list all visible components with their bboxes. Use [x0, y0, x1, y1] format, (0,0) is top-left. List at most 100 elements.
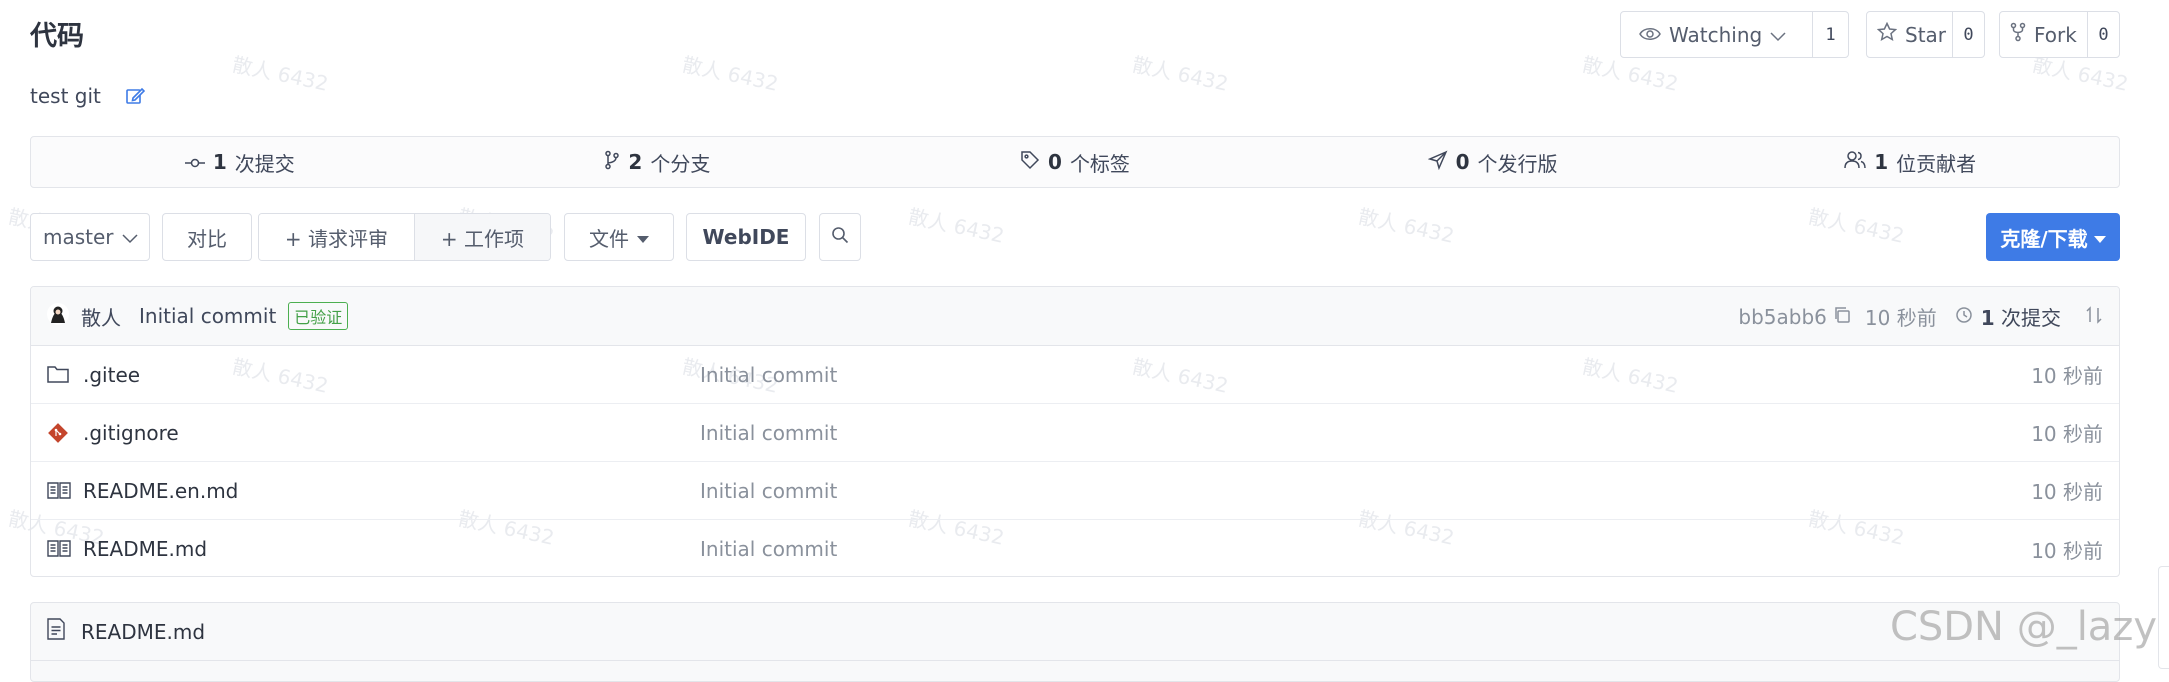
star-button-group: Star 0 [1866, 11, 1985, 58]
watermark: 散人 6432 [680, 52, 781, 96]
new-pull-request-button[interactable]: + 请求评审 [259, 214, 415, 260]
branch-select[interactable]: master [30, 213, 150, 261]
readme-title[interactable]: README.md [81, 620, 205, 644]
copy-icon[interactable] [1833, 305, 1851, 329]
webide-button[interactable]: WebIDE [686, 213, 806, 261]
clone-download-button[interactable]: 克隆/下载 [1986, 213, 2120, 261]
new-work-item-button[interactable]: + 工作项 [414, 214, 550, 260]
commit-author[interactable]: 散人 [81, 302, 121, 331]
chevron-down-icon [122, 225, 138, 249]
compare-button[interactable]: 对比 [162, 213, 252, 261]
file-commit-message[interactable]: Initial commit [700, 479, 837, 503]
stat-count: 0 [1048, 150, 1062, 174]
csdn-watermark: CSDN @_lazy [1889, 604, 2157, 650]
stat-label: 个发行版 [1477, 151, 1558, 176]
star-button[interactable]: Star [1867, 12, 1953, 57]
readme-panel: README.md [30, 602, 2120, 682]
history-label: 次提交 [2001, 306, 2061, 330]
stat-label: 个标签 [1069, 151, 1130, 176]
file-name[interactable]: README.md [83, 537, 207, 561]
branch-name: master [43, 225, 114, 249]
verified-badge: 已验证 [288, 302, 349, 330]
readme-book-icon [47, 480, 71, 502]
release-icon [1427, 150, 1448, 175]
file-commit-message[interactable]: Initial commit [700, 421, 837, 445]
stat-label: 次提交 [234, 151, 295, 176]
readme-header: README.md [31, 603, 2119, 661]
file-name[interactable]: .gitee [83, 363, 140, 387]
commit-hash[interactable]: bb5abb6 [1738, 305, 1827, 329]
repo-description: test git [30, 84, 145, 108]
file-time: 10 秒前 [2031, 364, 2103, 388]
file-row[interactable]: .gitee Initial commit 10 秒前 [31, 346, 2119, 404]
stat-commits[interactable]: 1 次提交 [31, 137, 449, 187]
description-text: test git [30, 84, 101, 108]
watermark: 散人 6432 [906, 204, 1007, 248]
file-row[interactable]: .gitignore Initial commit 10 秒前 [31, 404, 2119, 462]
fork-icon [2010, 22, 2026, 47]
fork-label: Fork [2034, 22, 2077, 47]
fork-button[interactable]: Fork [2000, 12, 2088, 57]
side-float-tab[interactable] [2158, 566, 2169, 669]
caret-down-icon [2093, 225, 2106, 249]
history-icon [1955, 305, 1973, 329]
document-icon [47, 618, 65, 645]
file-name[interactable]: README.en.md [83, 479, 238, 503]
history-link[interactable]: 1 次提交 [1981, 302, 2061, 331]
stat-count: 1 [1874, 150, 1889, 174]
clone-label: 克隆/下载 [2000, 226, 2088, 251]
history-count: 1 [1980, 306, 1995, 330]
readme-book-icon [47, 538, 71, 560]
watermark: 散人 6432 [1130, 52, 1231, 96]
file-commit-message[interactable]: Initial commit [700, 363, 837, 387]
commit-icon [184, 150, 205, 174]
file-menu-button[interactable]: 文件 [564, 213, 674, 261]
commit-meta: bb5abb6 10 秒前 1 次提交 [1738, 287, 2103, 346]
stat-contributors[interactable]: 1 位贡献者 [1701, 137, 2119, 187]
tag-icon [1020, 150, 1040, 175]
page-title: 代码 [30, 21, 84, 52]
stat-count: 2 [628, 150, 643, 174]
file-row[interactable]: README.md Initial commit 10 秒前 [31, 520, 2119, 576]
file-time: 10 秒前 [2031, 480, 2103, 504]
file-name[interactable]: .gitignore [83, 421, 179, 445]
search-icon [831, 225, 849, 249]
avatar[interactable] [47, 302, 69, 330]
stat-label: 位贡献者 [1896, 151, 1977, 176]
file-row[interactable]: README.en.md Initial commit 10 秒前 [31, 462, 2119, 520]
stat-count: 0 [1455, 150, 1470, 174]
stat-tags[interactable]: 0 个标签 [866, 137, 1284, 187]
watch-button[interactable]: Watching [1621, 12, 1813, 57]
stat-releases[interactable]: 0 个发行版 [1284, 137, 1702, 187]
file-commit-message[interactable]: Initial commit [700, 537, 837, 561]
fork-count[interactable]: 0 [2088, 12, 2119, 57]
watermark: 散人 6432 [1356, 204, 1457, 248]
watch-count[interactable]: 1 [1813, 12, 1848, 57]
repo-stats-bar: 1 次提交 2 个分支 0 个标签 0 个发行版 1 位贡献者 [30, 136, 2120, 188]
latest-commit-bar: 散人 Initial commit 已验证 bb5abb6 10 秒前 1 次提… [31, 287, 2119, 346]
create-button-group: + 请求评审 + 工作项 [258, 213, 551, 261]
edit-icon[interactable] [125, 86, 145, 106]
folder-icon [47, 364, 71, 386]
watermark: 散人 6432 [1806, 204, 1907, 248]
commit-time: 10 秒前 [1864, 306, 1937, 330]
star-label: Star [1905, 22, 1947, 47]
caret-down-icon [637, 225, 649, 249]
search-button[interactable] [819, 213, 861, 261]
watermark: 散人 6432 [230, 52, 331, 96]
sort-icon[interactable] [2085, 305, 2103, 329]
star-icon [1876, 21, 1898, 47]
stat-label: 个分支 [650, 151, 711, 176]
file-time: 10 秒前 [2031, 538, 2103, 563]
file-time: 10 秒前 [2031, 422, 2103, 446]
commit-message[interactable]: Initial commit [139, 304, 276, 328]
git-icon [47, 422, 71, 444]
repo-page: 散人 6432 散人 6432 散人 6432 散人 6432 散人 6432 … [0, 0, 2169, 682]
stat-branches[interactable]: 2 个分支 [449, 137, 867, 187]
file-table: 散人 Initial commit 已验证 bb5abb6 10 秒前 1 次提… [30, 286, 2120, 577]
watch-button-group: Watching 1 [1620, 11, 1849, 58]
star-count[interactable]: 0 [1953, 12, 1984, 57]
watch-label: Watching [1669, 22, 1763, 47]
file-label: 文件 [589, 226, 629, 251]
contributors-icon [1844, 150, 1866, 175]
